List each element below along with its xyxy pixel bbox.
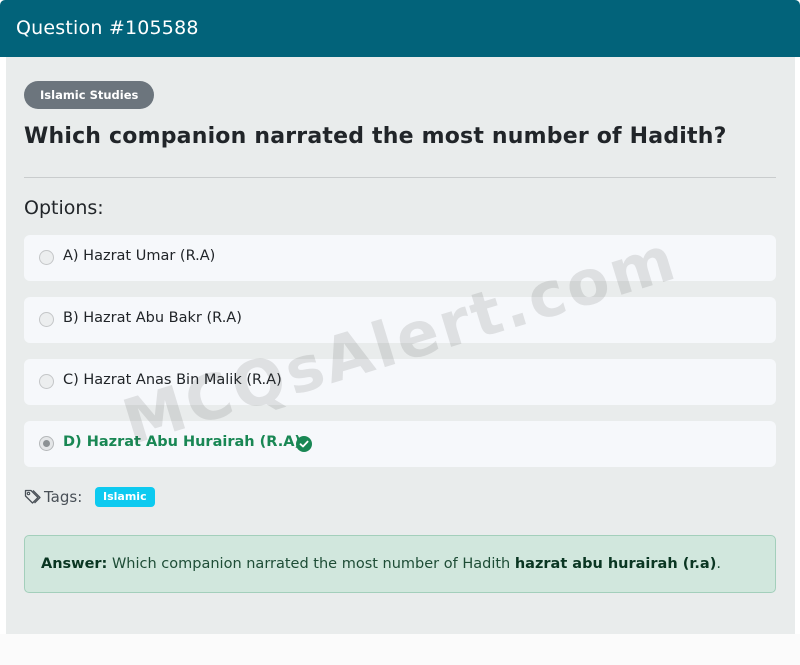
option-d-radio[interactable] bbox=[39, 436, 54, 451]
option-a-radio[interactable] bbox=[39, 250, 54, 265]
option-b-radio[interactable] bbox=[39, 312, 54, 327]
question-text: Which companion narrated the most number… bbox=[24, 124, 727, 149]
option-b-label: B) Hazrat Abu Bakr (R.A) bbox=[63, 310, 242, 326]
answer-text: Answer: Which companion narrated the mos… bbox=[41, 556, 721, 572]
option-c-radio[interactable] bbox=[39, 374, 54, 389]
option-a[interactable]: A) Hazrat Umar (R.A) bbox=[24, 235, 776, 281]
answer-box: Answer: Which companion narrated the mos… bbox=[24, 535, 776, 593]
divider bbox=[24, 177, 776, 178]
options-heading: Options: bbox=[24, 197, 104, 219]
answer-question: Which companion narrated the most number… bbox=[111, 556, 511, 572]
answer-value: hazrat abu hurairah (r.a) bbox=[514, 556, 717, 572]
tags-label: Tags: bbox=[44, 488, 83, 506]
option-b[interactable]: B) Hazrat Abu Bakr (R.A) bbox=[24, 297, 776, 343]
question-header: Question #105588 bbox=[0, 0, 800, 57]
option-c[interactable]: C) Hazrat Anas Bin Malik (R.A) bbox=[24, 359, 776, 405]
check-circle-icon bbox=[296, 436, 312, 452]
question-id-title: Question #105588 bbox=[16, 17, 199, 39]
option-d[interactable]: D) Hazrat Abu Hurairah (R.A) bbox=[24, 421, 776, 467]
option-d-label: D) Hazrat Abu Hurairah (R.A) bbox=[63, 434, 302, 450]
option-c-label: C) Hazrat Anas Bin Malik (R.A) bbox=[63, 372, 282, 388]
answer-label: Answer: bbox=[41, 556, 108, 572]
tags-icon bbox=[24, 488, 42, 506]
category-badge[interactable]: Islamic Studies bbox=[24, 81, 155, 109]
tag-islamic[interactable]: Islamic bbox=[95, 487, 155, 507]
answer-suffix: . bbox=[716, 556, 721, 572]
option-a-label: A) Hazrat Umar (R.A) bbox=[63, 248, 216, 264]
page-background bbox=[0, 634, 800, 665]
